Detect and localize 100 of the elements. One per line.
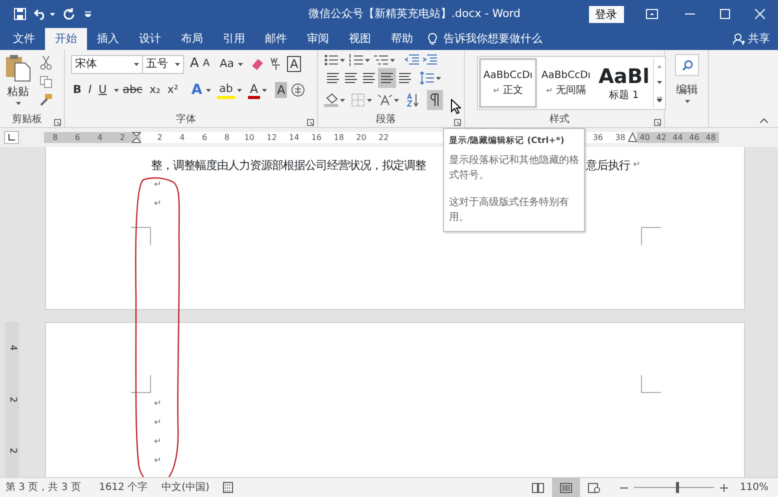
highlight-button[interactable]: ab: [217, 81, 235, 99]
caret-icon: [656, 80, 662, 84]
customize-icon[interactable]: [84, 11, 90, 17]
caret-icon[interactable]: [206, 88, 212, 92]
shrink-font-button[interactable]: A: [200, 54, 212, 74]
sort-icon[interactable]: [407, 93, 419, 107]
ruler-number: 2: [118, 132, 126, 144]
font-color-button[interactable]: A: [248, 81, 260, 99]
italic-button[interactable]: I: [86, 80, 94, 100]
gallery-scroll[interactable]: [653, 58, 664, 108]
ruler-number: 2: [6, 448, 19, 454]
group-label: 样式: [548, 113, 570, 127]
caret-icon[interactable]: [436, 76, 441, 80]
caret-icon: [656, 64, 662, 68]
character-border-button[interactable]: A: [287, 56, 302, 72]
caret-icon[interactable]: [367, 98, 372, 102]
ruler-number: 22: [378, 132, 390, 144]
text-effects-button[interactable]: A: [189, 80, 204, 100]
caret-icon[interactable]: [390, 58, 395, 62]
tell-me-box[interactable]: 告诉我你想要做什么: [428, 28, 542, 50]
caret-icon[interactable]: [114, 88, 119, 92]
strikethrough-button[interactable]: abc: [120, 80, 144, 100]
caret-icon[interactable]: [238, 62, 244, 66]
numbering-icon[interactable]: [349, 54, 363, 66]
line-spacing-icon[interactable]: [420, 71, 434, 85]
ruler-number: 8: [223, 132, 230, 144]
caret-icon[interactable]: [262, 88, 268, 92]
window-title: 微信公众号【新精英充电站】.docx - Word: [307, 6, 522, 22]
paragraph-mark: ↵: [493, 84, 500, 96]
caret-icon[interactable]: [340, 98, 345, 102]
paint-bucket-icon[interactable]: [324, 93, 338, 107]
tab-selector[interactable]: [4, 131, 19, 144]
close-icon[interactable]: [754, 9, 764, 19]
paste-button[interactable]: 粘贴: [0, 54, 36, 110]
language-indicator[interactable]: 中文(中国): [162, 480, 210, 495]
subscript-button[interactable]: x₂: [147, 80, 162, 100]
dialog-launcher-icon[interactable]: [454, 118, 461, 126]
share-button[interactable]: 共享: [732, 28, 770, 50]
indent-marker-icon[interactable]: [132, 132, 141, 143]
ribbon-tab[interactable]: 布局: [170, 28, 213, 50]
maximize-icon[interactable]: [720, 9, 730, 19]
tell-me-text: 告诉我你想要做什么: [443, 30, 542, 47]
change-case-button[interactable]: Aa: [218, 54, 236, 74]
collapse-ribbon-icon[interactable]: [760, 118, 768, 123]
macro-icon[interactable]: [223, 482, 234, 493]
dialog-launcher-icon[interactable]: [654, 118, 661, 126]
zoom-slider-thumb[interactable]: [676, 482, 680, 493]
font-size-field[interactable]: 五号: [142, 54, 184, 74]
save-icon[interactable]: [14, 8, 26, 20]
ribbon-tab[interactable]: 审阅: [296, 28, 339, 50]
caret-icon[interactable]: [365, 58, 370, 62]
style-tile[interactable]: AaBbCcDı ↵ 正文: [479, 58, 537, 108]
tooltip-text: 这对于高级版式任务特别有用。: [449, 196, 570, 225]
caret-icon: [684, 100, 690, 103]
read-mode-icon: [532, 482, 544, 492]
login-button[interactable]: 登录: [588, 6, 624, 22]
caret-icon[interactable]: [394, 98, 399, 102]
redo-icon[interactable]: [62, 8, 74, 20]
justify-button[interactable]: [378, 68, 396, 88]
body-text: 整，调整幅度由人力资源部根据公司经营状况，拟定调整: [151, 156, 426, 174]
enclose-character-icon[interactable]: [291, 83, 306, 97]
decrease-indent-icon[interactable]: [405, 54, 419, 66]
superscript-button[interactable]: x²: [165, 80, 180, 100]
ribbon-tab[interactable]: 邮件: [254, 28, 297, 50]
ruler-number: 8: [52, 132, 59, 144]
bullets-icon[interactable]: [324, 54, 338, 66]
ribbon-tab[interactable]: 开始: [44, 28, 87, 50]
dialog-launcher-icon[interactable]: [307, 118, 314, 126]
multilevel-list-icon[interactable]: [374, 54, 388, 66]
underline-button[interactable]: U: [96, 80, 109, 100]
caret-icon[interactable]: [340, 58, 345, 62]
increase-indent-icon[interactable]: [423, 54, 437, 66]
print-layout-button[interactable]: [552, 478, 580, 497]
scissors-icon[interactable]: [40, 56, 52, 70]
eraser-icon[interactable]: [251, 58, 266, 70]
zoom-in-button[interactable]: [720, 484, 728, 492]
ribbon-tab[interactable]: 引用: [212, 28, 255, 50]
bold-button[interactable]: B: [71, 80, 84, 100]
ribbon-display-icon[interactable]: [646, 9, 658, 19]
paintbrush-icon[interactable]: [40, 94, 52, 106]
ribbon-tab[interactable]: 帮助: [380, 28, 423, 50]
ribbon-tab[interactable]: 插入: [86, 28, 129, 50]
zoom-level[interactable]: 110%: [740, 480, 768, 495]
shading-button[interactable]: A: [275, 82, 288, 98]
grow-font-button[interactable]: A: [188, 54, 201, 74]
ribbon-tab[interactable]: 文件: [2, 28, 45, 50]
style-name: 标题 1: [609, 88, 639, 102]
caret-icon[interactable]: [236, 88, 242, 92]
caret-icon[interactable]: [50, 12, 54, 16]
ribbon-tab[interactable]: 设计: [128, 28, 171, 50]
ribbon-tab[interactable]: 视图: [338, 28, 381, 50]
editing-button[interactable]: 编辑: [668, 54, 706, 110]
group-label: 字体: [175, 113, 197, 127]
font-name-field[interactable]: 宋体: [71, 54, 143, 74]
ruler-number: 38: [614, 132, 626, 144]
show-marks-button[interactable]: [427, 90, 443, 110]
dialog-launcher-icon[interactable]: [54, 118, 61, 126]
asian-layout-icon[interactable]: [378, 93, 392, 107]
paragraph-mark: ↵: [546, 84, 553, 96]
copy-icon[interactable]: [40, 76, 52, 88]
